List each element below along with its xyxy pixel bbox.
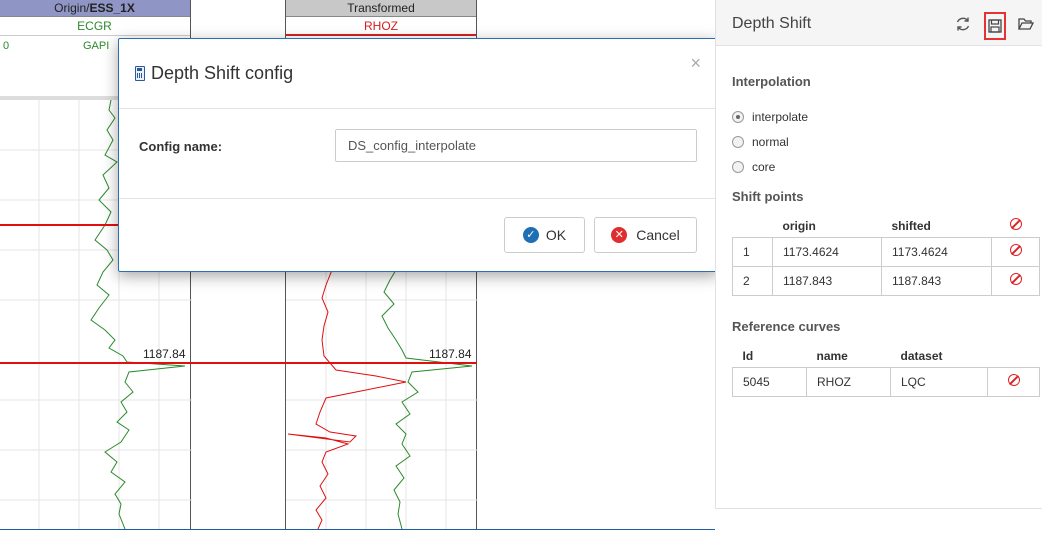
shift-line-1[interactable] bbox=[0, 224, 120, 226]
folder-open-icon[interactable] bbox=[1015, 11, 1037, 37]
delete-icon[interactable] bbox=[1007, 374, 1020, 386]
delete-all-icon[interactable] bbox=[1009, 218, 1022, 231]
row-index: 2 bbox=[732, 265, 773, 296]
curve-name-ecgr[interactable]: ECGR bbox=[0, 17, 190, 36]
cancel-label: Cancel bbox=[636, 227, 680, 243]
curve-unit: GAPI bbox=[83, 40, 110, 52]
radio-interpolate[interactable]: interpolate bbox=[732, 110, 808, 124]
table-row: 2 1187.843 1187.843 bbox=[732, 265, 1040, 296]
table-row: 5045 RHOZ LQC bbox=[732, 366, 1040, 397]
row-index: 1 bbox=[732, 236, 773, 267]
dialog-title: Depth Shift config bbox=[135, 63, 293, 84]
calculator-icon bbox=[135, 66, 145, 81]
depth-shift-config-dialog: Depth Shift config × Config name: ✓ OK ✕… bbox=[118, 38, 718, 272]
config-name-input[interactable] bbox=[335, 129, 697, 162]
check-circle-icon: ✓ bbox=[522, 227, 539, 243]
dialog-header: Depth Shift config × bbox=[119, 39, 717, 109]
ok-button[interactable]: ✓ OK bbox=[504, 217, 585, 253]
radio-label: normal bbox=[752, 135, 789, 149]
shift-points-table: origin shifted 1 1173.4624 1173.4624 2 1… bbox=[732, 215, 1040, 296]
origin-cell[interactable]: 1173.4624 bbox=[772, 236, 882, 267]
name-cell: RHOZ bbox=[806, 366, 891, 397]
config-name-label: Config name: bbox=[139, 139, 223, 154]
column-header bbox=[733, 215, 773, 237]
radio-button[interactable] bbox=[732, 111, 744, 123]
origin-cell[interactable]: 1187.843 bbox=[772, 265, 882, 296]
delete-cell bbox=[991, 236, 1040, 267]
interpolation-title: Interpolation bbox=[732, 74, 811, 89]
curve-name-rhoz[interactable]: RHOZ bbox=[286, 17, 476, 36]
table-row: 1 1173.4624 1173.4624 bbox=[732, 236, 1040, 267]
column-header: shifted bbox=[891, 218, 931, 233]
column-header: name bbox=[816, 348, 848, 363]
x-circle-icon: ✕ bbox=[611, 227, 628, 243]
cancel-button[interactable]: ✕ Cancel bbox=[594, 217, 697, 253]
radio-button[interactable] bbox=[732, 161, 744, 173]
column-header: origin bbox=[782, 218, 816, 233]
delete-icon[interactable] bbox=[1009, 273, 1022, 285]
radio-label: interpolate bbox=[752, 110, 809, 124]
refresh-icon[interactable] bbox=[952, 11, 974, 37]
reference-curves-table: Id name dataset 5045 RHOZ LQC bbox=[732, 345, 1040, 397]
shifted-cell[interactable]: 1187.843 bbox=[881, 265, 992, 296]
panel-title: Depth Shift bbox=[732, 15, 812, 32]
reference-curves-title: Reference curves bbox=[732, 319, 841, 334]
column-header: Id bbox=[742, 348, 754, 363]
radio-normal[interactable]: normal bbox=[732, 135, 789, 149]
dialog-body: Config name: bbox=[119, 109, 717, 199]
save-icon[interactable] bbox=[984, 12, 1006, 40]
close-icon[interactable]: × bbox=[690, 53, 701, 74]
curve-min: 0 bbox=[3, 40, 10, 52]
radio-label: core bbox=[752, 160, 776, 174]
column-header: dataset bbox=[900, 348, 943, 363]
dataset-cell: LQC bbox=[890, 366, 988, 397]
column-header bbox=[988, 345, 1040, 367]
shifted-cell[interactable]: 1173.4624 bbox=[881, 236, 992, 267]
depth-shift-panel: Depth Shift Interpolation interpolate no… bbox=[715, 0, 1042, 509]
column-header bbox=[992, 215, 1040, 237]
delete-cell bbox=[987, 366, 1040, 397]
dialog-title-text: Depth Shift config bbox=[151, 63, 294, 83]
id-cell: 5045 bbox=[732, 366, 807, 397]
radio-button[interactable] bbox=[732, 136, 744, 148]
shift-points-title: Shift points bbox=[732, 189, 804, 204]
delete-cell bbox=[991, 265, 1040, 296]
shift-line-2[interactable] bbox=[0, 362, 477, 364]
track-title: Origin/ESS_1X bbox=[0, 0, 190, 17]
bottom-bar bbox=[0, 529, 715, 535]
depth-label: 1187.84 bbox=[429, 347, 472, 361]
track-title: Transformed bbox=[286, 0, 476, 17]
ok-label: OK bbox=[545, 227, 567, 243]
radio-core[interactable]: core bbox=[732, 160, 775, 174]
depth-label: 1187.84 bbox=[143, 347, 186, 361]
delete-icon[interactable] bbox=[1009, 244, 1022, 256]
panel-header: Depth Shift bbox=[716, 0, 1042, 46]
